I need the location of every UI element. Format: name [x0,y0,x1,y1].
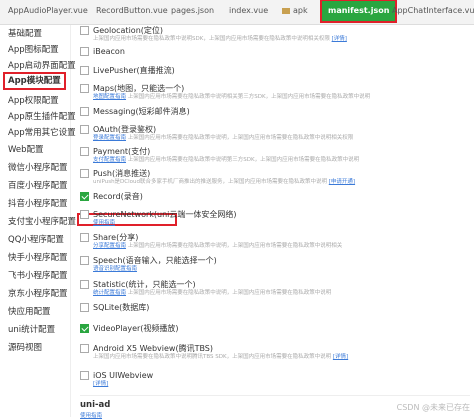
module-label: Statistic(统计，只能选一个) [93,280,196,289]
module-checkbox[interactable] [80,192,89,201]
module-desc: 语音识别配置指南 [93,266,137,273]
sidebar-item-web[interactable]: Web配置 [8,143,44,157]
module-link[interactable]: [详情] [332,36,347,42]
module-desc: 地图配置指南 上架国内应用市场需要在隐私政策中说明相关第三方SDK，上架国内应用… [93,94,371,100]
tab-index-vue[interactable]: index.vue [229,0,268,22]
module-link[interactable]: 地图配置指南 [93,94,126,100]
module-label: Maps(地图，只能选一个) [93,84,185,93]
module-label: iOS UIWebview [93,371,154,380]
module-label: SecureNetwork(uni云端一体安全网络) [93,210,237,219]
module-link[interactable]: [详情] [333,354,348,360]
module-checkbox[interactable] [80,107,89,116]
module-label: Share(分享) [93,233,139,242]
module-label: Speech(语音输入，只能选择一个) [93,256,217,265]
module-label: Push(消息推送) [93,169,151,178]
module-checkbox[interactable] [80,147,89,156]
watermark: CSDN @未来已存在 [396,403,470,412]
uni-ad-guide-link[interactable]: 使用指南 [80,411,102,419]
module-label: iBeacon [93,47,125,56]
sidebar-item-feishu[interactable]: 飞书小程序配置 [8,269,68,283]
module-checkbox[interactable] [80,47,89,56]
sidebar-item-app-modules[interactable]: App模块配置 [3,72,66,90]
module-label: Payment(支付) [93,147,151,156]
module-link[interactable]: 分享配置指南 [93,243,126,249]
module-desc: 分享配置指南 上架国内应用市场需要在隐私政策中说明，上架国内应用市场需要在隐私政… [93,243,343,249]
tab-appchatinterface[interactable]: AppChatInterface.vue [392,0,474,22]
sidebar-item-app-icon[interactable]: App图标配置 [8,43,59,57]
sidebar-item-app-other-settings[interactable]: App常用其它设置 [8,126,76,140]
module-label: Messaging(短彩邮件消息) [93,107,190,116]
module-checkbox[interactable] [80,125,89,134]
module-checkbox[interactable] [80,256,89,265]
modules-panel: Geolocation(定位) 上架国内应用市场需要在隐私政策中说明SDK，上架… [72,25,474,419]
module-checkbox[interactable] [80,324,89,333]
module-link[interactable]: 登录配置指南 [93,135,126,141]
module-desc: uniPush是DCloud联合多家手机厂商推出的推送服务，上架国内应用市场需要… [93,179,356,185]
module-desc: 上架国内应用市场需要在隐私政策中说明腾讯TBS SDK，上架国内应用市场需要在隐… [93,354,349,360]
tab-apk[interactable]: apk [282,0,308,22]
sidebar-item-app-permissions[interactable]: App权限配置 [8,94,59,108]
module-checkbox[interactable] [80,26,89,35]
module-label: LivePusher(直播推流) [93,66,175,75]
module-label: Android X5 Webview(腾讯TBS) [93,344,214,353]
module-checkbox[interactable] [80,344,89,353]
sidebar-item-qq[interactable]: QQ小程序配置 [8,233,64,247]
module-checkbox[interactable] [80,169,89,178]
sidebar-item-uni-stat[interactable]: uni统计配置 [8,323,55,337]
module-desc: 上架国内应用市场需要在隐私政策中说明SDK，上架国内应用市场需要在隐私政策中说明… [93,36,347,42]
tab-pages-json[interactable]: pages.json [171,0,214,22]
module-checkbox[interactable] [80,84,89,93]
sidebar-item-baidu[interactable]: 百度小程序配置 [8,179,68,193]
sidebar-item-kuaishou[interactable]: 快手小程序配置 [8,251,68,265]
module-checkbox[interactable] [80,210,89,219]
module-desc: [详情] [93,381,108,388]
sidebar-item-weixin[interactable]: 微信小程序配置 [8,161,68,175]
sidebar-item-alipay[interactable]: 支付宝小程序配置 [8,215,76,229]
sidebar-item-app-splash[interactable]: App启动界面配置 [8,59,76,73]
module-desc: 登录配置指南 上架国内应用市场需要在隐私政策中说明，上架国内应用市场需要在隐私政… [93,135,354,141]
module-checkbox[interactable] [80,303,89,312]
module-link[interactable]: 支付配置指南 [93,157,126,163]
module-link[interactable]: [详情] [93,381,108,387]
module-desc: 支付配置指南 上架国内应用市场需要在隐私政策中说明第三方SDK，上架国内应用市场… [93,157,360,163]
module-label: OAuth(登录鉴权) [93,125,157,134]
sidebar-item-douyin[interactable]: 抖音小程序配置 [8,197,68,211]
module-checkbox[interactable] [80,66,89,75]
module-label: Record(录音) [93,192,143,201]
module-checkbox[interactable] [80,233,89,242]
folder-icon [282,7,290,14]
tab-appaudioplayer[interactable]: AppAudioPlayer.vue [8,0,88,22]
sidebar-item-source-view[interactable]: 源码视图 [8,341,42,355]
module-label: Geolocation(定位) [93,26,163,35]
module-checkbox[interactable] [80,371,89,380]
sidebar-item-app-native-plugins[interactable]: App原生插件配置 [8,110,76,124]
module-link[interactable]: 语音识别配置指南 [93,266,137,272]
module-label: VideoPlayer(视频播放) [93,324,179,333]
module-desc: 使用指南 [93,220,115,227]
tab-recordbutton[interactable]: RecordButton.vue [96,0,168,22]
sidebar-item-basic[interactable]: 基础配置 [8,27,42,41]
module-link[interactable]: [申请开通] [329,179,355,185]
sidebar-item-jd[interactable]: 京东小程序配置 [8,287,68,301]
module-label: SQLite(数据库) [93,303,150,312]
module-checkbox[interactable] [80,280,89,289]
module-desc: 统计配置指南 上架国内应用市场需要在隐私政策中说明，上架国内应用市场需要在隐私政… [93,290,332,296]
module-link[interactable]: 统计配置指南 [93,290,126,296]
uni-ad-section-title: uni-ad [80,400,111,410]
module-link[interactable]: 使用指南 [93,220,115,226]
sidebar-item-quickapp[interactable]: 快应用配置 [8,305,51,319]
tab-manifest-json[interactable]: manifest.json [320,0,398,23]
config-sidebar: 基础配置 App图标配置 App启动界面配置 App模块配置 App权限配置 A… [0,25,76,417]
editor-tab-bar: AppAudioPlayer.vue RecordButton.vue page… [0,0,474,25]
section-divider [80,395,470,396]
